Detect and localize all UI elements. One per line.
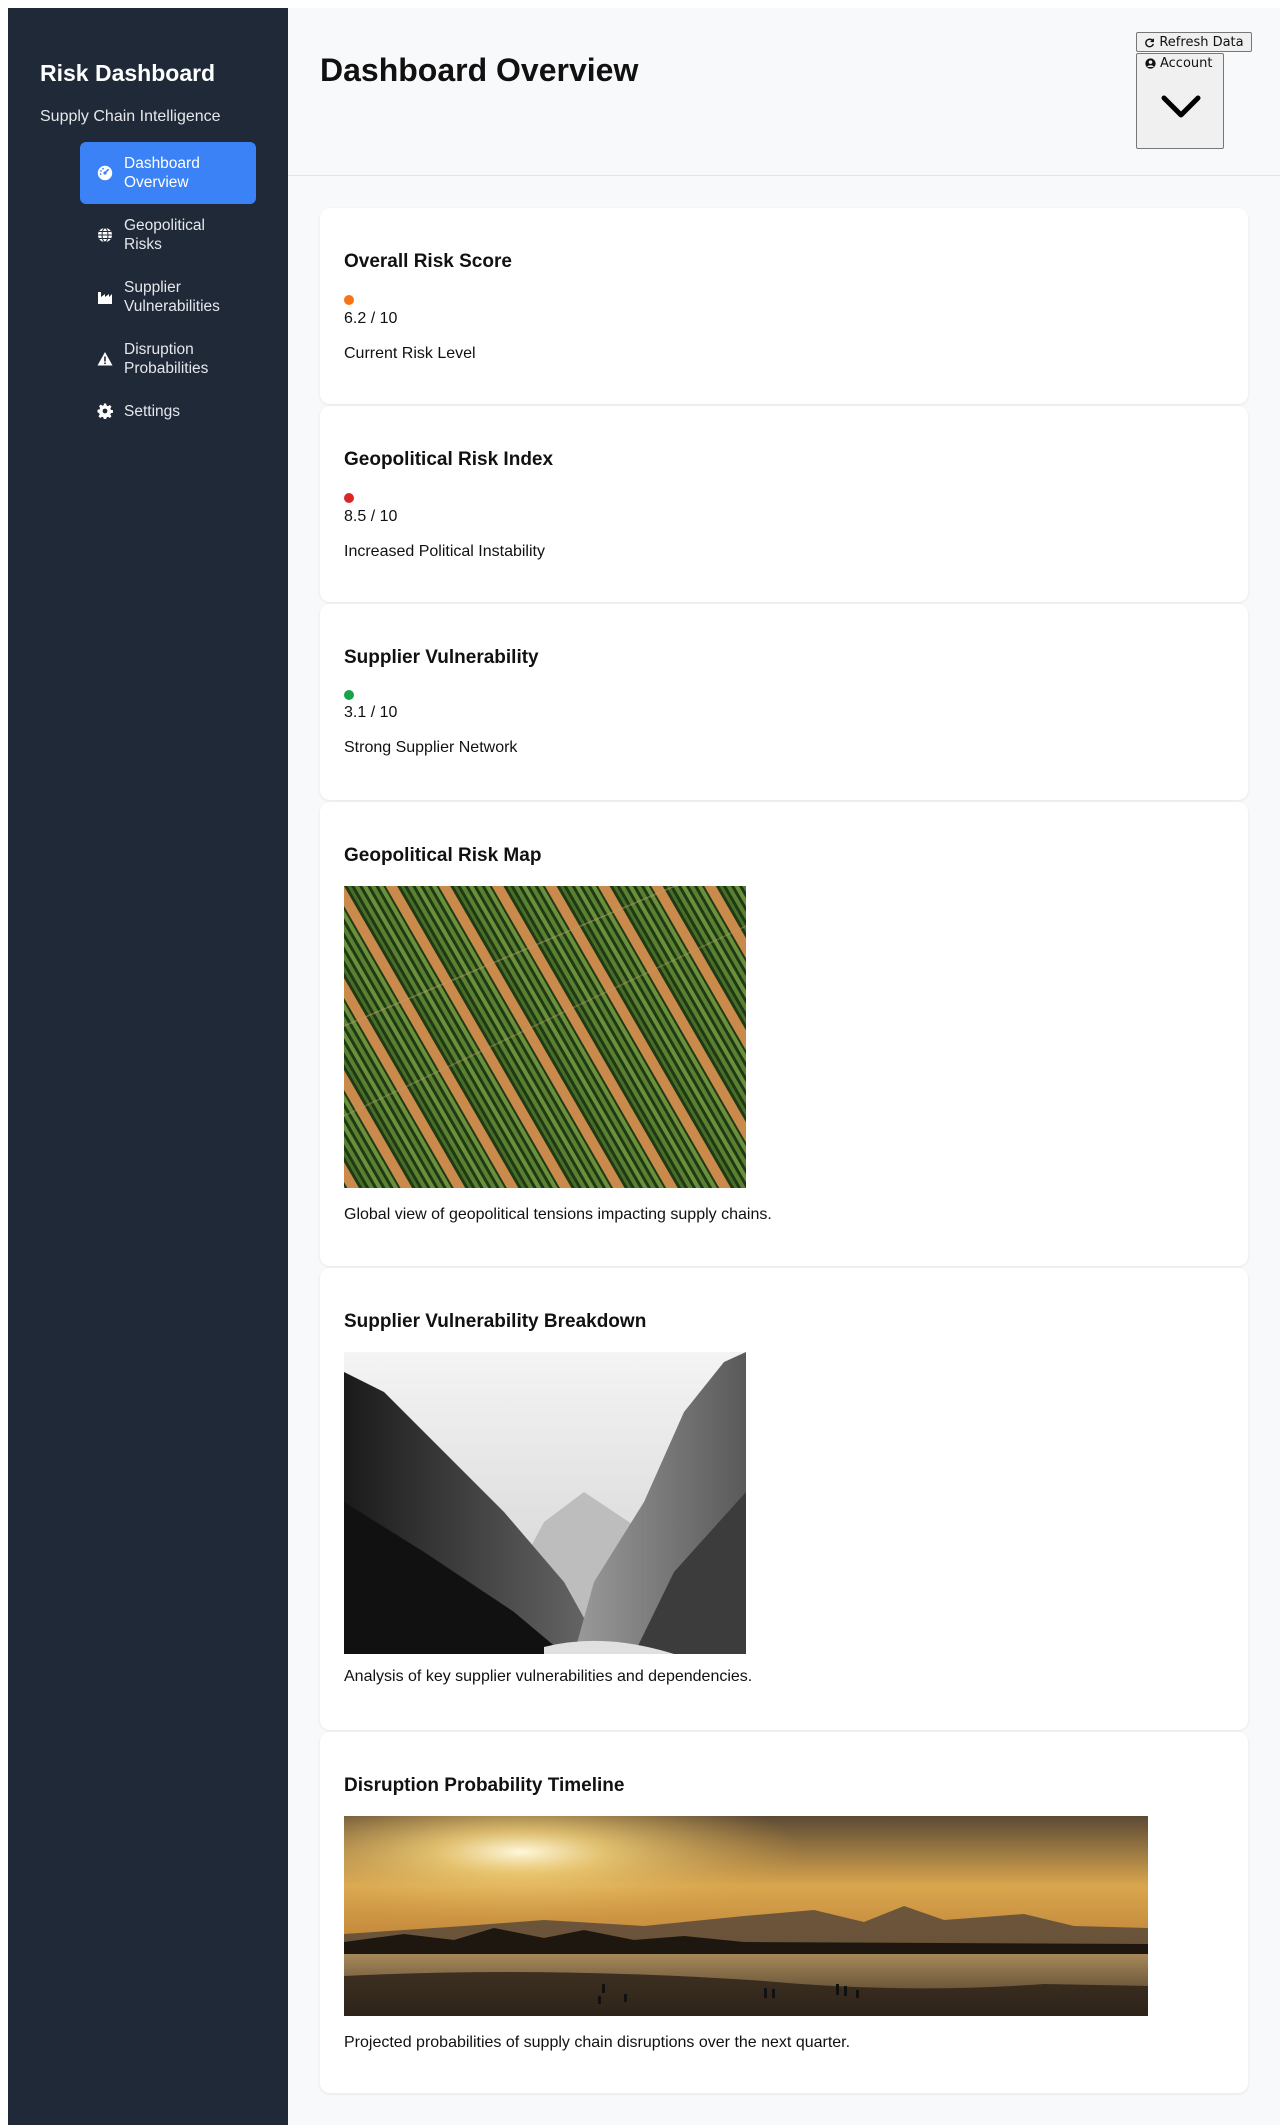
- sidebar-nav: Dashboard Overview Geopolitical Risks Su…: [80, 142, 256, 432]
- sidebar-item-label: Disruption Probabilities: [124, 341, 209, 377]
- supplier-breakdown-image: [344, 1352, 746, 1654]
- app-root: Risk Dashboard Supply Chain Intelligence…: [8, 8, 1280, 2125]
- sidebar-item-label: Supplier Vulnerabilities: [124, 279, 220, 315]
- risk-score-description: Strong Supplier Network: [344, 739, 518, 756]
- geopolitical-index-card: Geopolitical Risk Index 8.5 / 10 Increas…: [320, 406, 1248, 602]
- sidebar-item-disruption-probabilities[interactable]: Disruption Probabilities: [80, 328, 256, 390]
- card-title: Supplier Vulnerability: [344, 647, 539, 668]
- refresh-data-button[interactable]: Refresh Data: [1136, 32, 1252, 52]
- risk-status-dot: [344, 493, 354, 503]
- account-label: Account: [1160, 56, 1213, 71]
- chevron-down-icon: [1161, 95, 1201, 118]
- risk-status-dot: [344, 295, 354, 305]
- refresh-icon: [1145, 38, 1155, 47]
- sidebar-item-geopolitical-risks[interactable]: Geopolitical Risks: [80, 204, 256, 266]
- refresh-data-label: Refresh Data: [1159, 34, 1244, 50]
- risk-status-dot: [344, 690, 354, 700]
- sidebar-item-label: Geopolitical Risks: [124, 217, 205, 253]
- supplier-vulnerability-card: Supplier Vulnerability 3.1 / 10 Strong S…: [320, 604, 1248, 800]
- sidebar-title: Risk Dashboard: [40, 60, 216, 86]
- sidebar-item-dashboard-overview[interactable]: Dashboard Overview: [80, 142, 256, 204]
- card-title: Geopolitical Risk Map: [344, 845, 542, 866]
- page-header: Dashboard Overview Refresh Data Account: [288, 8, 1280, 176]
- sidebar-item-label: Settings: [124, 402, 181, 420]
- warning-triangle-icon: [96, 350, 114, 368]
- disruption-timeline-image: [344, 1816, 1148, 2016]
- image-caption: Analysis of key supplier vulnerabilities…: [344, 1668, 753, 1685]
- card-title: Geopolitical Risk Index: [344, 449, 554, 470]
- overall-risk-card: Overall Risk Score 6.2 / 10 Current Risk…: [320, 208, 1248, 404]
- card-title: Supplier Vulnerability Breakdown: [344, 1311, 647, 1332]
- page-title: Dashboard Overview: [320, 52, 639, 88]
- card-title: Disruption Probability Timeline: [344, 1775, 625, 1796]
- user-circle-icon: [1145, 58, 1156, 69]
- sidebar-subtitle: Supply Chain Intelligence: [40, 108, 221, 125]
- gear-icon: [96, 402, 114, 420]
- risk-score-description: Increased Political Instability: [344, 543, 545, 560]
- sidebar-item-label: Dashboard Overview: [124, 155, 200, 191]
- globe-icon: [96, 226, 114, 244]
- sidebar-item-supplier-vulnerabilities[interactable]: Supplier Vulnerabilities: [80, 266, 256, 328]
- sidebar-item-settings[interactable]: Settings: [80, 390, 256, 432]
- risk-score-value: 6.2 / 10: [344, 310, 398, 327]
- supplier-breakdown-card: Supplier Vulnerability Breakdown Analysi…: [320, 1268, 1248, 1730]
- factory-icon: [96, 288, 114, 306]
- disruption-timeline-card: Disruption Probability Timeline Projecte…: [320, 1732, 1248, 2093]
- dashboard-gauge-icon: [96, 164, 114, 182]
- main-area: Dashboard Overview Refresh Data Account …: [288, 8, 1280, 2125]
- geopolitical-map-image: [344, 886, 746, 1188]
- geopolitical-map-card: Geopolitical Risk Map Global view of geo…: [320, 802, 1248, 1266]
- risk-score-value: 3.1 / 10: [344, 704, 398, 721]
- risk-score-description: Current Risk Level: [344, 345, 476, 362]
- image-caption: Projected probabilities of supply chain …: [344, 2034, 851, 2051]
- card-title: Overall Risk Score: [344, 251, 512, 272]
- sidebar: Risk Dashboard Supply Chain Intelligence…: [8, 8, 288, 2125]
- image-caption: Global view of geopolitical tensions imp…: [344, 1206, 772, 1223]
- account-menu-button[interactable]: Account: [1136, 53, 1224, 149]
- risk-score-value: 8.5 / 10: [344, 508, 398, 525]
